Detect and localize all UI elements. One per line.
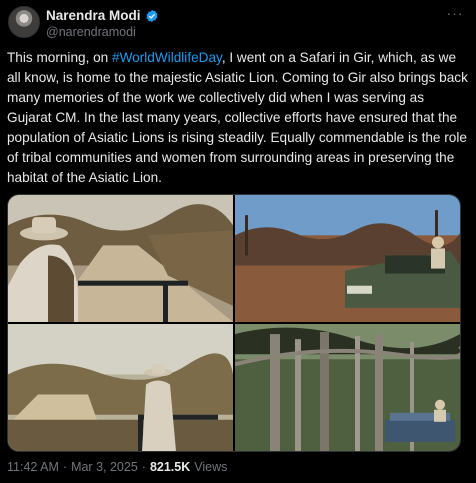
post-header: Narendra Modi @narendramodi ··· <box>8 6 468 40</box>
media-grid <box>7 194 461 452</box>
hashtag-link[interactable]: #WorldWildlifeDay <box>112 50 222 65</box>
photo-2[interactable] <box>235 195 460 322</box>
author-name[interactable]: Narendra Modi <box>46 8 141 23</box>
avatar[interactable] <box>8 6 40 38</box>
more-options-icon[interactable]: ··· <box>444 6 466 22</box>
photo-3[interactable] <box>8 324 233 451</box>
post-time[interactable]: 11:42 AM <box>7 460 59 474</box>
photo-4[interactable] <box>235 324 460 451</box>
post-date[interactable]: Mar 3, 2025 <box>71 460 138 474</box>
post-meta: 11:42 AM · Mar 3, 2025 · 821.5K Views <box>7 460 227 474</box>
views-count: 821.5K <box>149 460 191 474</box>
views-label: Views <box>194 460 228 474</box>
meta-separator: · <box>62 460 68 474</box>
post-text-after: , I went on a Safari in Gir, which, as w… <box>7 50 468 185</box>
verified-badge-icon <box>146 9 157 22</box>
post-text-before: This morning, on <box>7 50 113 65</box>
author-name-row: Narendra Modi <box>46 8 159 23</box>
meta-separator: · <box>141 460 146 474</box>
author-handle[interactable]: @narendramodi <box>46 25 136 39</box>
photo-1[interactable] <box>8 195 233 322</box>
post-text: This morning, on #WorldWildlifeDay, I we… <box>7 48 469 188</box>
